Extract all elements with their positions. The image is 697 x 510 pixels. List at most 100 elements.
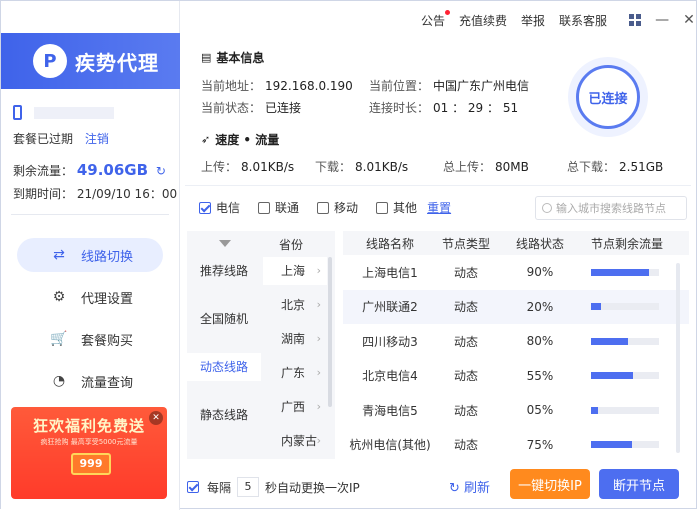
- nav-item-package-purchase[interactable]: 🛒 套餐购买: [17, 322, 163, 356]
- connection-duration: 连接时长： 01 ： 29 ： 51: [369, 101, 519, 115]
- collapse-triangle-icon[interactable]: [219, 240, 231, 247]
- promo-subtitle: 疯狂抢购 最高享受5000元流量: [40, 438, 138, 446]
- node-type: 动态: [453, 369, 478, 384]
- line-status: 90%: [526, 265, 554, 280]
- table-row[interactable]: 杭州电信(其他) 动态 75%: [343, 428, 689, 463]
- sidebar-nav: ⇄ 线路切换 ⚙ 代理设置 🛒 套餐购买 ◔ 流量查询: [17, 238, 163, 406]
- line-name: 杭州电信(其他): [349, 438, 431, 453]
- category-random[interactable]: 全国随机: [187, 305, 261, 333]
- total-upload: 总上传： 80MB: [443, 160, 529, 174]
- announcement-link[interactable]: 公告: [421, 9, 451, 29]
- province-item[interactable]: 广东 ›: [263, 359, 327, 387]
- minimize-button[interactable]: —: [655, 12, 669, 28]
- account-id-masked: [33, 106, 114, 119]
- category-static[interactable]: 静态线路: [187, 401, 261, 429]
- node-type: 动态: [453, 265, 478, 280]
- remaining-traffic-bar: [591, 337, 659, 345]
- remaining-traffic-fill: [591, 372, 634, 380]
- province-item[interactable]: 广西 ›: [263, 393, 327, 421]
- remaining-traffic-bar: [591, 303, 659, 311]
- category-panel: 省份 推荐线路 全国随机 动态线路 静态线路 上海 › 北京 › 湖南 › 广东 › 广…: [187, 231, 335, 459]
- table-row[interactable]: 青海电信5 动态 05%: [343, 393, 689, 428]
- node-type: 动态: [453, 438, 478, 453]
- province-item[interactable]: 湖南 ›: [263, 325, 327, 353]
- logout-link[interactable]: 注销: [85, 132, 109, 146]
- app-name: 疾势代理: [75, 50, 159, 75]
- checkbox-icon: [258, 201, 271, 214]
- filter-telecom[interactable]: 电信: [199, 199, 240, 216]
- line-name: 上海电信1: [362, 265, 418, 280]
- expiry-row: 到期时间： 21/09/10 16：00: [13, 185, 177, 202]
- disconnect-button[interactable]: 断开节点: [599, 469, 679, 499]
- table-scrollbar[interactable]: [676, 263, 680, 453]
- promo-banner[interactable]: 狂欢福利免费送 疯狂抢购 最高享受5000元流量 999 ✕: [11, 407, 167, 499]
- remaining-traffic-fill: [591, 303, 602, 311]
- table-header: 线路名称 节点类型 线路状态 节点剩余流量: [343, 231, 689, 255]
- checkbox-icon: [376, 201, 389, 214]
- reset-link[interactable]: 重置: [427, 199, 451, 216]
- gear-icon: ⚙: [52, 289, 66, 305]
- checkbox-icon: [199, 201, 211, 214]
- line-status: 05%: [526, 403, 554, 418]
- connect-button[interactable]: 已连接: [576, 65, 640, 129]
- traffic-row: 剩余流量： 49.06GB ↻: [13, 161, 173, 179]
- category-dynamic[interactable]: 动态线路: [187, 353, 261, 381]
- report-link[interactable]: 举报: [521, 12, 545, 29]
- category-header: 省份: [187, 231, 335, 255]
- col-line-status: 线路状态: [515, 236, 564, 251]
- account-panel: 套餐已过期 注销 剩余流量： 49.06GB ↻ 到期时间： 21/09/10 …: [13, 105, 177, 202]
- remaining-traffic-cell: [585, 303, 689, 311]
- province-item[interactable]: 上海 ›: [263, 257, 327, 285]
- chevron-right-icon: ›: [316, 434, 321, 447]
- node-type: 动态: [453, 300, 478, 315]
- document-icon: ▤: [201, 51, 212, 64]
- promo-close-icon[interactable]: ✕: [149, 411, 163, 425]
- node-type: 动态: [453, 334, 478, 349]
- line-name: 青海电信5: [362, 403, 418, 418]
- line-name: 四川移动3: [362, 334, 418, 349]
- line-status: 20%: [526, 299, 554, 314]
- col-remaining-traffic: 节点剩余流量: [591, 236, 664, 251]
- account-id-row: [13, 105, 173, 120]
- total-download: 总下载： 2.51GB: [567, 160, 664, 174]
- table-row[interactable]: 上海电信1 动态 90%: [343, 255, 689, 290]
- logo-bar: P 疾势代理: [1, 33, 180, 89]
- switch-ip-button[interactable]: 一键切换IP: [510, 469, 590, 499]
- grid-menu-icon[interactable]: [629, 12, 642, 28]
- refresh-traffic-icon[interactable]: ↻: [156, 164, 166, 178]
- refresh-button[interactable]: ↻ 刷新: [449, 477, 490, 496]
- switch-icon: ⇄: [53, 247, 65, 263]
- filter-unicom[interactable]: 联通: [258, 199, 299, 216]
- category-scrollbar[interactable]: [328, 257, 332, 407]
- city-search: [535, 196, 687, 220]
- province-item[interactable]: 内蒙古 ›: [263, 427, 327, 455]
- chevron-right-icon: ›: [316, 400, 321, 413]
- close-button[interactable]: ✕: [683, 12, 695, 28]
- category-recommended[interactable]: 推荐线路: [187, 257, 261, 285]
- filter-other[interactable]: 其他: [376, 199, 417, 216]
- province-item[interactable]: 北京 ›: [263, 291, 327, 319]
- interval-input[interactable]: 5: [237, 477, 260, 497]
- auto-switch-checkbox[interactable]: [187, 481, 199, 493]
- nav-item-line-switch[interactable]: ⇄ 线路切换: [17, 238, 163, 272]
- table-row[interactable]: 广州联通2 动态 20%: [343, 289, 689, 324]
- col-line-name: 线路名称: [365, 236, 414, 251]
- logo-icon: P: [33, 44, 67, 78]
- connect-ring: 已连接: [568, 57, 648, 137]
- checkbox-icon: [317, 201, 330, 214]
- app-window: P 疾势代理 套餐已过期 注销 剩余流量： 49.06GB ↻ 到期时间： 21…: [0, 0, 697, 510]
- table-row[interactable]: 四川移动3 动态 80%: [343, 324, 689, 359]
- table-row[interactable]: 北京电信4 动态 55%: [343, 359, 689, 394]
- support-link[interactable]: 联系客服: [559, 12, 607, 29]
- nav-item-proxy-settings[interactable]: ⚙ 代理设置: [17, 280, 163, 314]
- cart-icon: 🛒: [50, 331, 68, 347]
- plan-status: 套餐已过期: [13, 132, 74, 146]
- nav-label: 流量查询: [81, 375, 134, 391]
- filter-mobile[interactable]: 移动: [317, 199, 358, 216]
- sidebar: P 疾势代理 套餐已过期 注销 剩余流量： 49.06GB ↻ 到期时间： 21…: [1, 1, 180, 510]
- footer-bar: 每隔 5 秒自动更换一次IP ↻ 刷新 一键切换IP 断开节点: [187, 469, 691, 501]
- recharge-link[interactable]: 充值续费: [459, 12, 507, 29]
- nav-item-traffic-query[interactable]: ◔ 流量查询: [17, 364, 163, 398]
- auto-prefix: 每隔: [207, 480, 232, 495]
- search-input[interactable]: [556, 201, 684, 215]
